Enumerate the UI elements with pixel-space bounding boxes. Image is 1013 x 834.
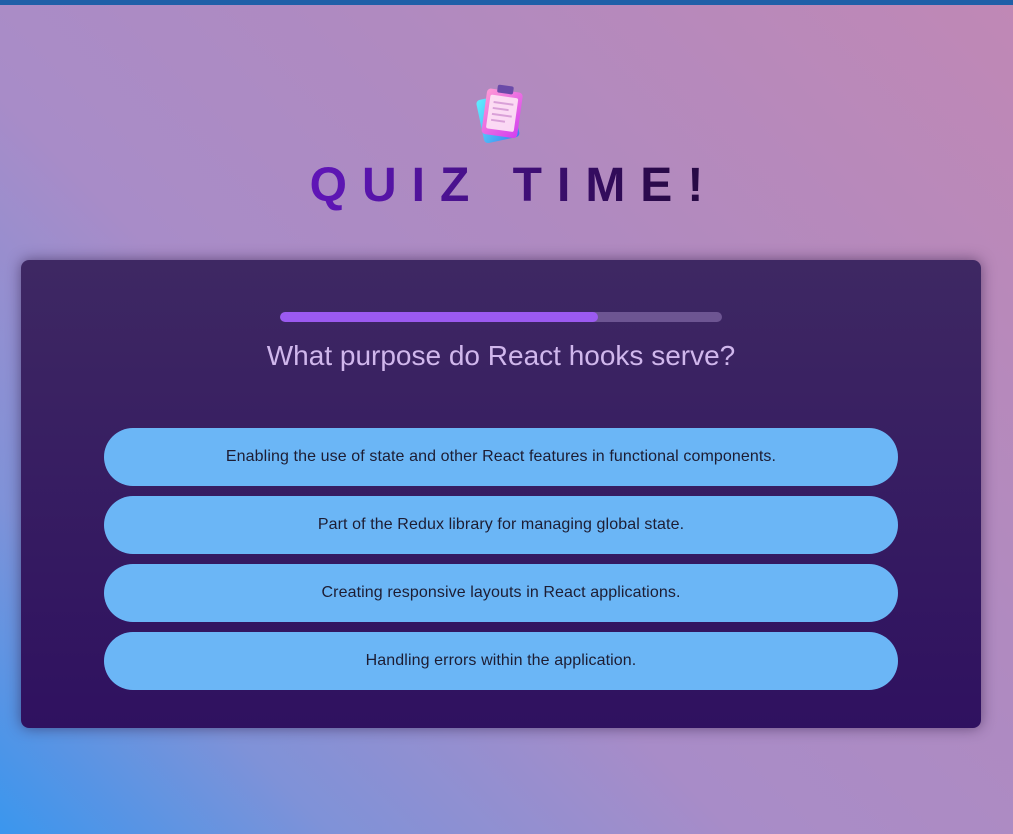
progress-bar [280, 312, 722, 322]
page-title: QUIZ TIME! [0, 158, 1013, 214]
top-strip [0, 0, 1013, 5]
clipboard-icon [470, 80, 530, 144]
answer-button-1[interactable]: Enabling the use of state and other Reac… [104, 428, 898, 486]
answer-button-3[interactable]: Creating responsive layouts in React app… [104, 564, 898, 622]
quiz-card: What purpose do React hooks serve? Enabl… [21, 260, 981, 728]
answer-list: Enabling the use of state and other Reac… [104, 428, 898, 700]
answer-button-2[interactable]: Part of the Redux library for managing g… [104, 496, 898, 554]
progress-bar-fill [280, 312, 599, 322]
answer-button-4[interactable]: Handling errors within the application. [104, 632, 898, 690]
question-text: What purpose do React hooks serve? [266, 340, 736, 371]
